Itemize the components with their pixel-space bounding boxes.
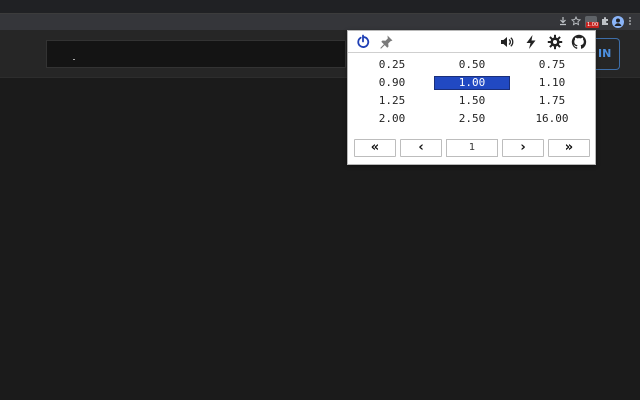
extension-badge: 1.00 — [586, 22, 600, 28]
speed-option[interactable]: 2.00 — [354, 112, 430, 126]
speed-option[interactable]: 16.00 — [514, 112, 590, 126]
browser-toolbar: 1.00 — [0, 14, 640, 30]
menu-dots-icon[interactable] — [626, 16, 634, 28]
gear-icon[interactable] — [546, 33, 564, 51]
speed-option-selected[interactable]: 1.00 — [434, 76, 510, 90]
speed-option[interactable]: 0.50 — [434, 58, 510, 72]
download-icon[interactable] — [557, 16, 569, 28]
next-page-button[interactable]: › — [502, 139, 544, 157]
puzzle-icon[interactable] — [599, 16, 611, 28]
pin-icon[interactable] — [377, 33, 395, 51]
speed-option[interactable]: 1.50 — [434, 94, 510, 108]
first-page-button[interactable]: « — [354, 139, 396, 157]
github-icon[interactable] — [570, 33, 588, 51]
extension-speed-icon[interactable]: 1.00 — [585, 16, 600, 28]
speed-option[interactable]: 0.90 — [354, 76, 430, 90]
prev-page-button[interactable]: ‹ — [400, 139, 442, 157]
profile-avatar[interactable] — [612, 16, 624, 28]
search-input[interactable] — [46, 40, 346, 68]
speed-option[interactable]: 1.75 — [514, 94, 590, 108]
star-icon[interactable] — [570, 15, 582, 28]
speed-popup: 0.25 0.50 0.75 0.90 1.00 1.10 1.25 1.50 … — [347, 30, 596, 165]
volume-icon[interactable] — [498, 33, 516, 51]
page-number: 1 — [446, 139, 498, 157]
speed-option[interactable]: 1.10 — [514, 76, 590, 90]
lightning-icon[interactable] — [522, 33, 540, 51]
text-cursor — [73, 59, 75, 60]
power-icon[interactable] — [354, 33, 372, 51]
popup-toolbar — [348, 31, 595, 53]
tab-strip — [0, 0, 640, 14]
last-page-button[interactable]: » — [548, 139, 590, 157]
speed-option[interactable]: 0.75 — [514, 58, 590, 72]
pager: « ‹ 1 › » — [354, 139, 590, 157]
speed-option[interactable]: 1.25 — [354, 94, 430, 108]
speed-option[interactable]: 0.25 — [354, 58, 430, 72]
speed-option[interactable]: 2.50 — [434, 112, 510, 126]
